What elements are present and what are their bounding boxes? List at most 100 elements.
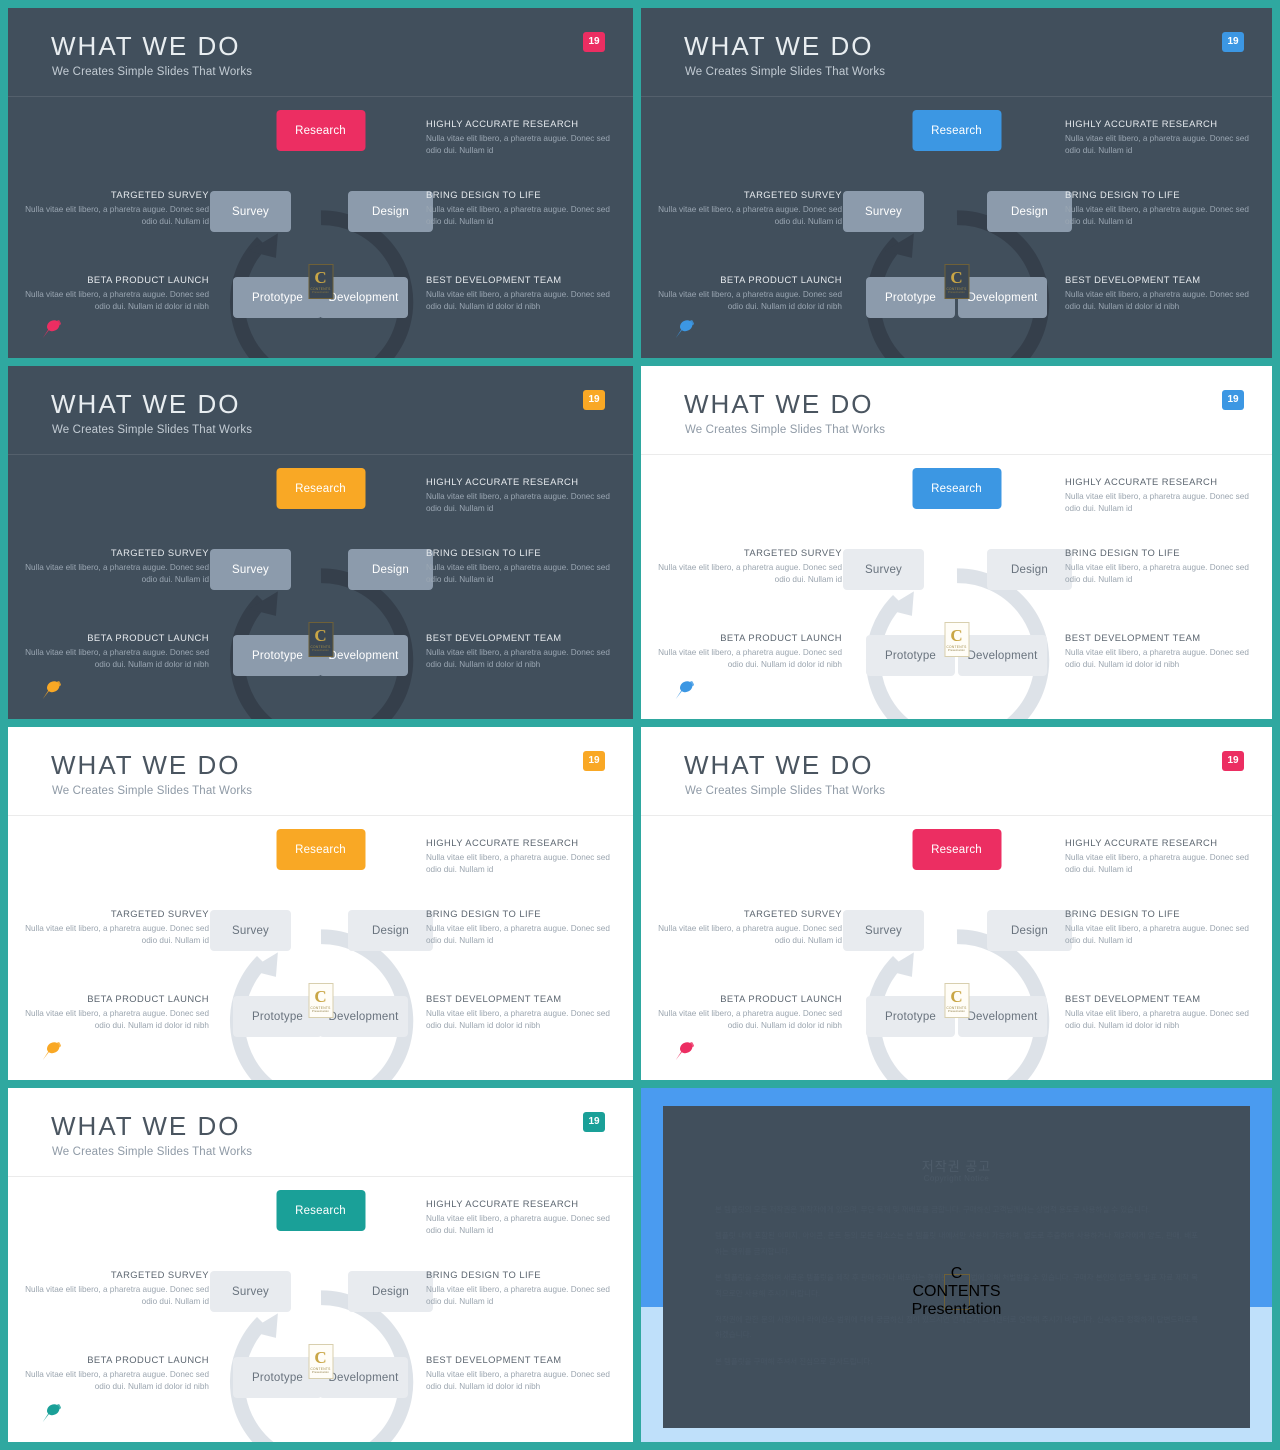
pushpin-icon (42, 320, 61, 339)
caption-targeted-survey: TARGETED SURVEY Nulla vitae elit libero,… (657, 547, 842, 586)
slide-light-teal[interactable]: WHAT WE DO We Creates Simple Slides That… (0, 1084, 637, 1450)
logo-letter: C (314, 986, 327, 1006)
node-research[interactable]: Research (912, 829, 1001, 870)
node-survey[interactable]: Survey (843, 191, 924, 232)
caption-title: BRING DESIGN TO LIFE (1065, 547, 1180, 558)
node-design[interactable]: Design (348, 191, 433, 232)
node-prototype[interactable]: Prototype (866, 277, 955, 318)
process-cycle-diagram: Research Survey Design Prototype Develop… (8, 815, 633, 1080)
slide-dark-blue[interactable]: WHAT WE DO We Creates Simple Slides That… (637, 0, 1280, 362)
caption-title: BEST DEVELOPMENT TEAM (426, 1354, 562, 1365)
caption-body: Nulla vitae elit libero, a pharetra augu… (426, 492, 610, 513)
caption-body: Nulla vitae elit libero, a pharetra augu… (25, 924, 209, 945)
slide-light-pink[interactable]: WHAT WE DO We Creates Simple Slides That… (637, 723, 1280, 1084)
process-cycle-diagram: Research Survey Design Prototype Develop… (641, 815, 1272, 1080)
copyright-heading-en: Copyright Notice (923, 1174, 990, 1183)
caption-highly-accurate-research: HIGHLY ACCURATE RESEARCH Nulla vitae eli… (426, 476, 611, 515)
caption-body: Nulla vitae elit libero, a pharetra augu… (1065, 205, 1249, 226)
caption-title: BETA PRODUCT LAUNCH (720, 632, 842, 643)
node-survey[interactable]: Survey (210, 191, 291, 232)
page-subtitle: We Creates Simple Slides That Works (52, 66, 253, 78)
caption-body: Nulla vitae elit libero, a pharetra augu… (658, 205, 842, 226)
node-design[interactable]: Design (348, 1271, 433, 1312)
node-development[interactable]: Development (958, 277, 1047, 318)
caption-title: BETA PRODUCT LAUNCH (87, 274, 209, 285)
caption-bring-design-to-life: BRING DESIGN TO LIFE Nulla vitae elit li… (426, 189, 611, 228)
caption-title: BEST DEVELOPMENT TEAM (1065, 632, 1201, 643)
center-contents-logo: C CONTENTS Presentation (944, 264, 969, 299)
node-design[interactable]: Design (987, 910, 1072, 951)
caption-title: HIGHLY ACCURATE RESEARCH (1065, 837, 1218, 848)
logo-letter: C (950, 625, 963, 645)
slide-light-orange[interactable]: WHAT WE DO We Creates Simple Slides That… (0, 723, 637, 1084)
node-research[interactable]: Research (912, 110, 1001, 151)
slide-header: WHAT WE DO We Creates Simple Slides That… (641, 8, 1272, 96)
caption-beta-product-launch: BETA PRODUCT LAUNCH Nulla vitae elit lib… (657, 993, 842, 1032)
page-number-badge: 19 (583, 32, 605, 52)
caption-beta-product-launch: BETA PRODUCT LAUNCH Nulla vitae elit lib… (657, 632, 842, 671)
caption-title: BEST DEVELOPMENT TEAM (1065, 993, 1201, 1004)
node-research[interactable]: Research (276, 1190, 365, 1231)
center-contents-logo: C CONTENTS Presentation (912, 1265, 1002, 1318)
node-development[interactable]: Development (958, 635, 1047, 676)
node-research[interactable]: Research (276, 110, 365, 151)
page-title: WHAT WE DO (684, 389, 874, 419)
caption-targeted-survey: TARGETED SURVEY Nulla vitae elit libero,… (24, 1269, 209, 1308)
node-survey[interactable]: Survey (843, 910, 924, 951)
page-title: WHAT WE DO (684, 31, 874, 61)
process-cycle-diagram: Research Survey Design Prototype Develop… (641, 454, 1272, 719)
process-cycle-diagram: Research Survey Design Prototype Develop… (8, 454, 633, 719)
caption-title: BETA PRODUCT LAUNCH (720, 993, 842, 1004)
caption-title: TARGETED SURVEY (743, 189, 842, 200)
node-prototype[interactable]: Prototype (866, 635, 955, 676)
node-survey[interactable]: Survey (210, 1271, 291, 1312)
process-cycle-diagram: Research Survey Design Prototype Develop… (8, 1176, 633, 1442)
page-number-badge: 19 (1222, 32, 1244, 52)
caption-body: Nulla vitae elit libero, a pharetra augu… (426, 563, 610, 584)
caption-best-development-team: BEST DEVELOPMENT TEAM Nulla vitae elit l… (426, 993, 611, 1032)
center-contents-logo: C CONTENTS Presentation (308, 983, 333, 1018)
caption-body: Nulla vitae elit libero, a pharetra augu… (1065, 1009, 1249, 1030)
caption-body: Nulla vitae elit libero, a pharetra augu… (658, 290, 842, 311)
caption-body: Nulla vitae elit libero, a pharetra augu… (25, 563, 209, 584)
caption-body: Nulla vitae elit libero, a pharetra augu… (426, 1009, 610, 1030)
node-research[interactable]: Research (912, 468, 1001, 509)
caption-bring-design-to-life: BRING DESIGN TO LIFE Nulla vitae elit li… (1065, 189, 1250, 228)
logo-letter: C (950, 986, 963, 1006)
node-development[interactable]: Development (958, 996, 1047, 1037)
node-survey[interactable]: Survey (210, 910, 291, 951)
caption-title: BETA PRODUCT LAUNCH (87, 993, 209, 1004)
page-title: WHAT WE DO (51, 750, 241, 780)
node-design[interactable]: Design (348, 910, 433, 951)
node-design[interactable]: Design (987, 549, 1072, 590)
node-research[interactable]: Research (276, 829, 365, 870)
caption-body: Nulla vitae elit libero, a pharetra augu… (658, 1009, 842, 1030)
slide-light-blue[interactable]: WHAT WE DO We Creates Simple Slides That… (637, 362, 1280, 723)
pushpin-icon (675, 1042, 694, 1061)
node-design[interactable]: Design (348, 549, 433, 590)
node-design[interactable]: Design (987, 191, 1072, 232)
slide-copyright-notice[interactable]: 저작권 공고 Copyright Notice 본 템플릿의 모든 저작권은 제… (637, 1084, 1280, 1450)
page-subtitle: We Creates Simple Slides That Works (52, 424, 253, 436)
page-title: WHAT WE DO (51, 31, 241, 61)
caption-body: Nulla vitae elit libero, a pharetra augu… (426, 134, 610, 155)
node-survey[interactable]: Survey (210, 549, 291, 590)
caption-targeted-survey: TARGETED SURVEY Nulla vitae elit libero,… (24, 547, 209, 586)
caption-title: HIGHLY ACCURATE RESEARCH (426, 476, 579, 487)
slide-dark-orange[interactable]: WHAT WE DO We Creates Simple Slides That… (0, 362, 637, 723)
caption-targeted-survey: TARGETED SURVEY Nulla vitae elit libero,… (657, 908, 842, 947)
caption-best-development-team: BEST DEVELOPMENT TEAM Nulla vitae elit l… (1065, 632, 1250, 671)
node-research[interactable]: Research (276, 468, 365, 509)
caption-best-development-team: BEST DEVELOPMENT TEAM Nulla vitae elit l… (1065, 993, 1250, 1032)
node-survey[interactable]: Survey (843, 549, 924, 590)
logo-tagline: Presentation (948, 648, 965, 652)
caption-title: TARGETED SURVEY (743, 547, 842, 558)
caption-title: BRING DESIGN TO LIFE (1065, 189, 1180, 200)
slide-dark-pink[interactable]: WHAT WE DO We Creates Simple Slides That… (0, 0, 637, 362)
pushpin-icon (675, 320, 694, 339)
center-contents-logo: C CONTENTS Presentation (308, 1344, 333, 1379)
node-prototype[interactable]: Prototype (866, 996, 955, 1037)
caption-bring-design-to-life: BRING DESIGN TO LIFE Nulla vitae elit li… (426, 547, 611, 586)
caption-body: Nulla vitae elit libero, a pharetra augu… (1065, 492, 1249, 513)
caption-body: Nulla vitae elit libero, a pharetra augu… (658, 648, 842, 669)
